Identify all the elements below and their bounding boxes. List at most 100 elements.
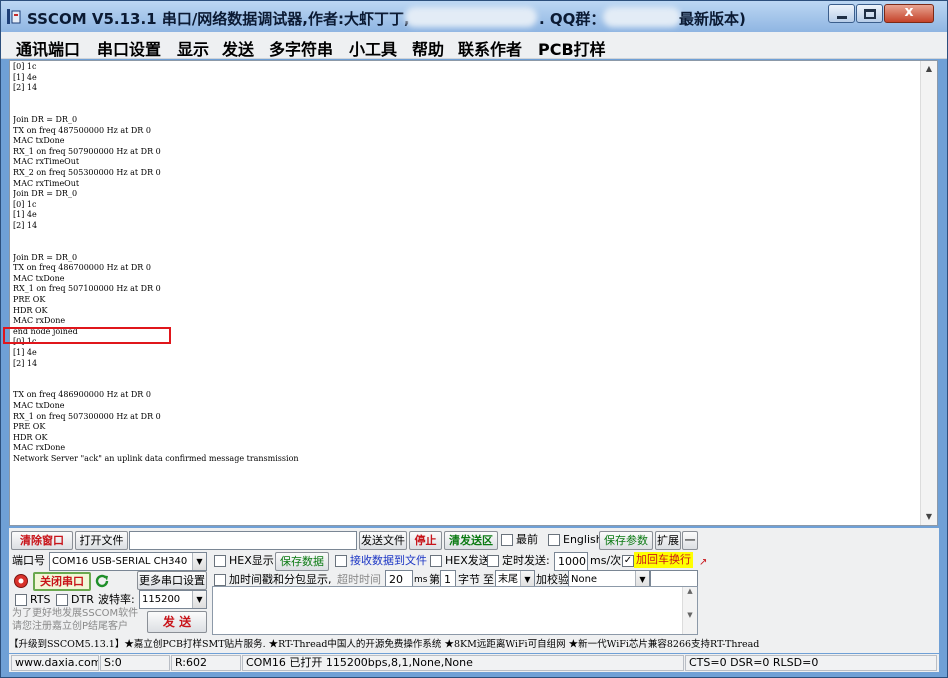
- status-received-count: R:602: [171, 655, 241, 671]
- chevron-down-icon: ▼: [192, 591, 206, 608]
- scroll-up-icon[interactable]: ▲: [921, 61, 937, 77]
- baud-select-value: 115200: [142, 594, 181, 605]
- port-select[interactable]: COM16 USB-SERIAL CH340 ▼: [49, 552, 207, 571]
- interval-input[interactable]: 1000: [554, 552, 588, 571]
- save-data-button[interactable]: 保存数据: [275, 552, 329, 571]
- log-line: RX_2 on freq 505300000 Hz at DR 0: [13, 167, 161, 177]
- promo-text-line2[interactable]: 请您注册嘉立创P结尾客户: [12, 621, 128, 633]
- log-line: [2] 14: [13, 220, 38, 230]
- redacted-region: [405, 7, 537, 27]
- recv-to-file-label[interactable]: 接收数据到文件: [350, 553, 427, 569]
- menu-serial-settings[interactable]: 串口设置: [97, 36, 161, 60]
- receive-area[interactable]: [0] 1c [1] 4e [2] 14 Join DR = DR_0 TX on f…: [9, 60, 938, 526]
- log-line: PRE OK: [13, 295, 46, 305]
- append-newline-label: 加回车换行: [634, 552, 693, 568]
- log-line: TX on freq 486700000 Hz at DR 0: [13, 263, 151, 273]
- recv-to-file-checkbox[interactable]: [335, 555, 347, 567]
- topmost-label: 最前: [516, 533, 538, 546]
- log-line: [0] 1c: [13, 199, 37, 209]
- send-scrollbar[interactable]: ▲ ▼: [682, 587, 697, 634]
- append-newline-checkbox[interactable]: ✓: [622, 555, 634, 567]
- menu-comm-port[interactable]: 通讯端口: [16, 36, 80, 60]
- status-website[interactable]: www.daxia.com: [11, 655, 99, 671]
- log-line: MAC txDone: [13, 401, 65, 410]
- port-label: 端口号: [12, 554, 45, 567]
- hex-send-checkbox[interactable]: [430, 555, 442, 567]
- window-title-qq: . QQ群：: [539, 10, 606, 28]
- receive-scrollbar[interactable]: ▲ ▼: [920, 61, 937, 525]
- status-signals: CTS=0 DSR=0 RLSD=0: [685, 655, 937, 671]
- topmost-checkbox[interactable]: [501, 534, 513, 546]
- log-line: Join DR = DR_0: [13, 114, 78, 124]
- log-line: Join DR = DR_0: [13, 252, 78, 262]
- maximize-button[interactable]: [856, 4, 883, 23]
- more-ports-button[interactable]: 更多串口设置: [137, 571, 207, 590]
- log-line: HDR OK: [13, 305, 48, 315]
- control-panel: 清除窗口 打开文件 发送文件 停止 清发送区 最前 English 保存参数 扩…: [9, 528, 939, 636]
- window-title-tail: 最新版本): [679, 10, 746, 28]
- clear-window-button[interactable]: 清除窗口: [11, 531, 73, 550]
- baud-select[interactable]: 115200 ▼: [139, 590, 207, 609]
- log-line: Join DR = DR_0: [13, 189, 78, 199]
- log-line: [1] 4e: [13, 348, 37, 358]
- menu-display[interactable]: 显示: [177, 36, 209, 60]
- minimize-button[interactable]: [828, 4, 855, 23]
- maximize-icon: [864, 9, 876, 19]
- stop-button[interactable]: 停止: [409, 531, 442, 550]
- clear-send-button[interactable]: 清发送区: [444, 531, 498, 550]
- timestamp-checkbox[interactable]: [214, 574, 226, 586]
- receive-log: [0] 1c [1] 4e [2] 14 Join DR = DR_0 TX on f…: [13, 62, 918, 524]
- hex-display-checkbox[interactable]: [214, 555, 226, 567]
- send-textarea[interactable]: ▲ ▼: [212, 586, 698, 635]
- menu-help[interactable]: 帮助: [412, 36, 444, 60]
- english-checkbox[interactable]: [548, 534, 560, 546]
- minimize-icon: [837, 16, 847, 19]
- interval-unit-label: ms/次: [590, 554, 622, 567]
- app-icon: [7, 9, 21, 24]
- highlight-annotation-box: [3, 327, 171, 344]
- title-bar[interactable]: SSCOM V5.13.1 串口/网络数据调试器,作者:大虾丁丁, . QQ群：…: [1, 1, 947, 32]
- file-path-input[interactable]: [129, 531, 357, 550]
- open-file-button[interactable]: 打开文件: [75, 531, 128, 550]
- rts-checkbox[interactable]: [15, 594, 27, 606]
- close-button[interactable]: x: [884, 4, 934, 23]
- menu-pcb-proto[interactable]: PCB打样: [538, 36, 606, 60]
- status-bar: www.daxia.com S:0 R:602 COM16 已打开 115200…: [9, 654, 939, 672]
- menu-send[interactable]: 发送: [222, 36, 254, 60]
- promo-text-line1[interactable]: 为了更好地发展SSCOM软件: [12, 608, 138, 620]
- scroll-down-icon[interactable]: ▼: [921, 509, 937, 525]
- menu-tools[interactable]: 小工具: [349, 36, 397, 60]
- dtr-label: DTR: [71, 593, 94, 606]
- status-sent-count: S:0: [100, 655, 170, 671]
- save-params-button[interactable]: 保存参数: [599, 531, 653, 550]
- log-line: MAC rxTimeOut: [13, 157, 80, 167]
- ad-banner[interactable]: 【升级到SSCOM5.13.1】★嘉立创PCB打样SMT贴片服务. ★RT-Th…: [9, 636, 939, 653]
- expand-button[interactable]: 扩展: [655, 531, 681, 550]
- menu-contact-author[interactable]: 联系作者: [458, 36, 522, 60]
- resize-grip-icon: ↗: [699, 557, 708, 568]
- refresh-icon[interactable]: [94, 573, 110, 589]
- collapse-button[interactable]: 一: [682, 531, 698, 550]
- log-line: TX on freq 486900000 Hz at DR 0: [13, 390, 151, 400]
- log-line: MAC rxDone: [13, 443, 66, 453]
- close-port-button[interactable]: 关闭串口: [33, 572, 91, 591]
- rts-label: RTS: [30, 593, 51, 606]
- hex-send-label: HEX发送: [445, 554, 490, 567]
- chevron-down-icon: ▼: [192, 553, 206, 570]
- menu-multi-string[interactable]: 多字符串: [269, 36, 333, 60]
- send-file-button[interactable]: 发送文件: [359, 531, 407, 550]
- log-line: [2] 14: [13, 83, 38, 93]
- log-line: RX_1 on freq 507900000 Hz at DR 0: [13, 146, 161, 156]
- timed-send-checkbox[interactable]: [487, 555, 499, 567]
- dtr-checkbox[interactable]: [56, 594, 68, 606]
- hex-display-label: HEX显示: [229, 554, 274, 567]
- baud-label: 波特率:: [98, 593, 135, 606]
- log-line: MAC rxDone: [13, 316, 66, 326]
- to-select-value: 末尾: [498, 574, 518, 585]
- checksum-select-value: None: [571, 574, 598, 585]
- send-button[interactable]: 发 送: [147, 611, 207, 633]
- log-line: MAC txDone: [13, 136, 65, 146]
